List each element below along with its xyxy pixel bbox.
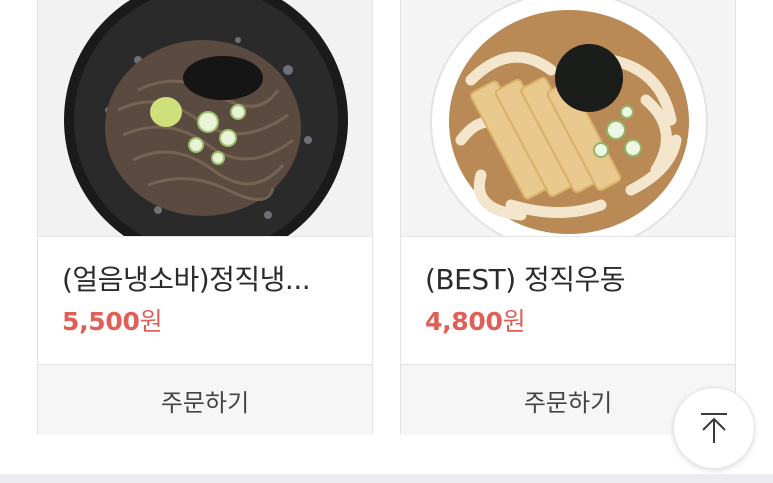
product-price: 5,500원 [62, 307, 372, 337]
product-card[interactable]: (얼음냉소바)정직냉... 5,500원 주문하기 [37, 0, 373, 435]
price-unit: 원 [502, 307, 526, 336]
soba-noodle-photo [38, 0, 372, 236]
product-image[interactable] [401, 0, 735, 237]
product-price: 4,800원 [425, 307, 735, 337]
scroll-to-top-button[interactable] [673, 387, 755, 469]
price-unit: 원 [139, 307, 163, 336]
product-name[interactable]: (BEST) 정직우동 [425, 263, 715, 297]
arrow-up-to-top-icon [701, 413, 727, 443]
price-amount: 4,800 [425, 307, 503, 336]
price-amount: 5,500 [62, 307, 140, 336]
product-card[interactable]: (BEST) 정직우동 4,800원 주문하기 [400, 0, 736, 435]
product-info[interactable]: (BEST) 정직우동 4,800원 [401, 237, 735, 365]
product-info[interactable]: (얼음냉소바)정직냉... 5,500원 [38, 237, 372, 365]
product-list-page: (얼음냉소바)정직냉... 5,500원 주문하기 (BEST) 정직우동 4,… [0, 0, 773, 483]
product-name[interactable]: (얼음냉소바)정직냉... [62, 263, 352, 297]
order-button[interactable]: 주문하기 [38, 365, 372, 435]
product-image[interactable] [38, 0, 372, 237]
udon-noodle-photo [401, 0, 735, 236]
bottom-divider [0, 474, 773, 483]
